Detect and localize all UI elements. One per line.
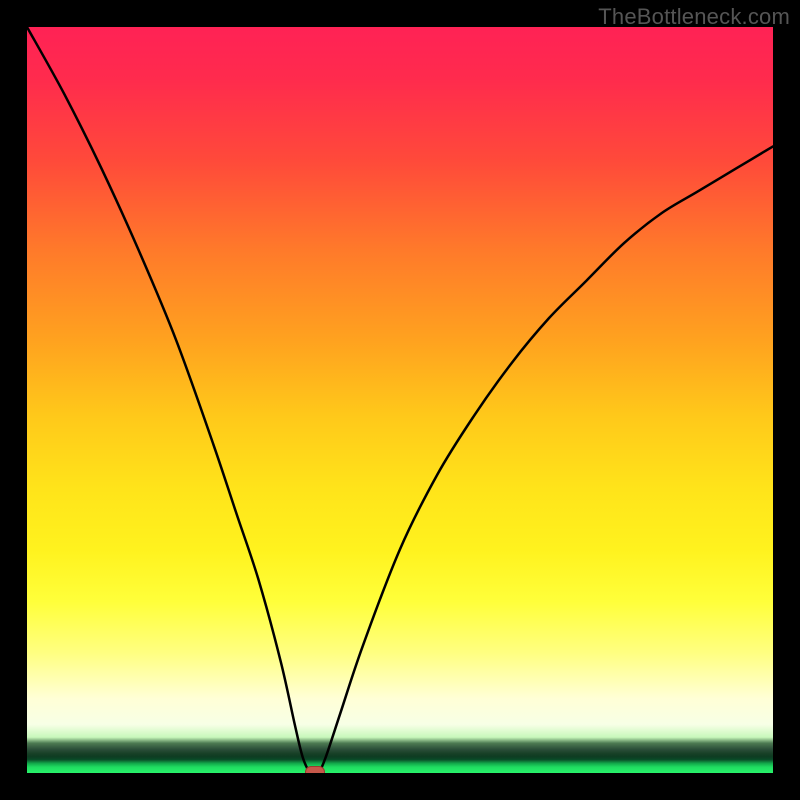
chart-frame: TheBottleneck.com (0, 0, 800, 800)
bottleneck-curve (27, 27, 773, 773)
watermark-text: TheBottleneck.com (598, 4, 790, 30)
optimal-point-marker (305, 766, 325, 773)
plot-area (27, 27, 773, 773)
